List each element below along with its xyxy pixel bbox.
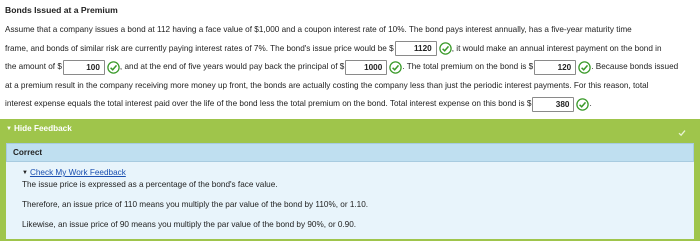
work-feedback-toggle[interactable]: ▼ Check My Work Feedback bbox=[22, 167, 682, 179]
total-interest-expense-answer[interactable]: 380 bbox=[532, 96, 575, 112]
feedback-body: Correct ▼ Check My Work Feedback The issu… bbox=[6, 143, 694, 239]
question-text-2a: frame, and bonds of similar risk are cur… bbox=[5, 43, 394, 53]
feedback-line-1: The issue price is expressed as a percen… bbox=[22, 180, 278, 189]
status-banner: Correct bbox=[6, 143, 694, 162]
question-paragraph: Assume that a company issues a bond at 1… bbox=[5, 21, 695, 114]
question-text-3b: , and at the end of five years would pay… bbox=[119, 62, 345, 72]
check-circle-icon bbox=[107, 60, 120, 74]
feedback-panel: ▼ Hide Feedback Correct ▼ Check My Work Fe… bbox=[0, 119, 700, 241]
question-text-2b: , it would make an annual interest payme… bbox=[451, 43, 662, 53]
check-circle-icon bbox=[576, 97, 590, 111]
question-text-3d: . Because bonds issued bbox=[591, 62, 679, 72]
check-circle-icon bbox=[389, 60, 403, 74]
issue-price-answer[interactable]: 1120 bbox=[394, 40, 437, 56]
total-premium-answer[interactable]: 120 bbox=[534, 59, 577, 75]
check-circle-icon bbox=[438, 42, 452, 55]
interest-payment-answer[interactable]: 100 bbox=[62, 59, 105, 75]
question-panel: Bonds Issued at a Premium Assume that a … bbox=[5, 5, 695, 114]
hide-feedback-label: Hide Feedback bbox=[13, 124, 72, 133]
feedback-line-2: Therefore, an issue price of 110 means y… bbox=[22, 200, 369, 209]
question-text-3c: . The total premium on the bond is $ bbox=[402, 62, 534, 72]
hide-feedback-toggle[interactable]: ▼ Hide Feedback bbox=[0, 119, 700, 139]
feedback-line-3: Likewise, an issue price of 90 means you… bbox=[22, 220, 357, 229]
triangle-down-icon: ▼ bbox=[6, 126, 12, 132]
check-circle-icon bbox=[578, 60, 591, 74]
principal-answer[interactable]: 1000 bbox=[345, 59, 388, 75]
check-my-work-link[interactable]: Check My Work Feedback bbox=[30, 168, 126, 177]
question-text-1: Assume that a company issues a bond at 1… bbox=[5, 25, 632, 34]
check-icon bbox=[678, 125, 686, 137]
question-text-5b: . bbox=[589, 99, 592, 109]
triangle-down-icon: ▼ bbox=[22, 170, 28, 176]
question-title: Bonds Issued at a Premium bbox=[5, 5, 118, 15]
question-text-5a: interest expense equals the total intere… bbox=[5, 99, 532, 109]
question-text-3a: the amount of $ bbox=[5, 62, 62, 72]
feedback-content: ▼ Check My Work Feedback The issue price … bbox=[22, 167, 682, 230]
question-text-4: at a premium result in the company recei… bbox=[5, 80, 649, 90]
